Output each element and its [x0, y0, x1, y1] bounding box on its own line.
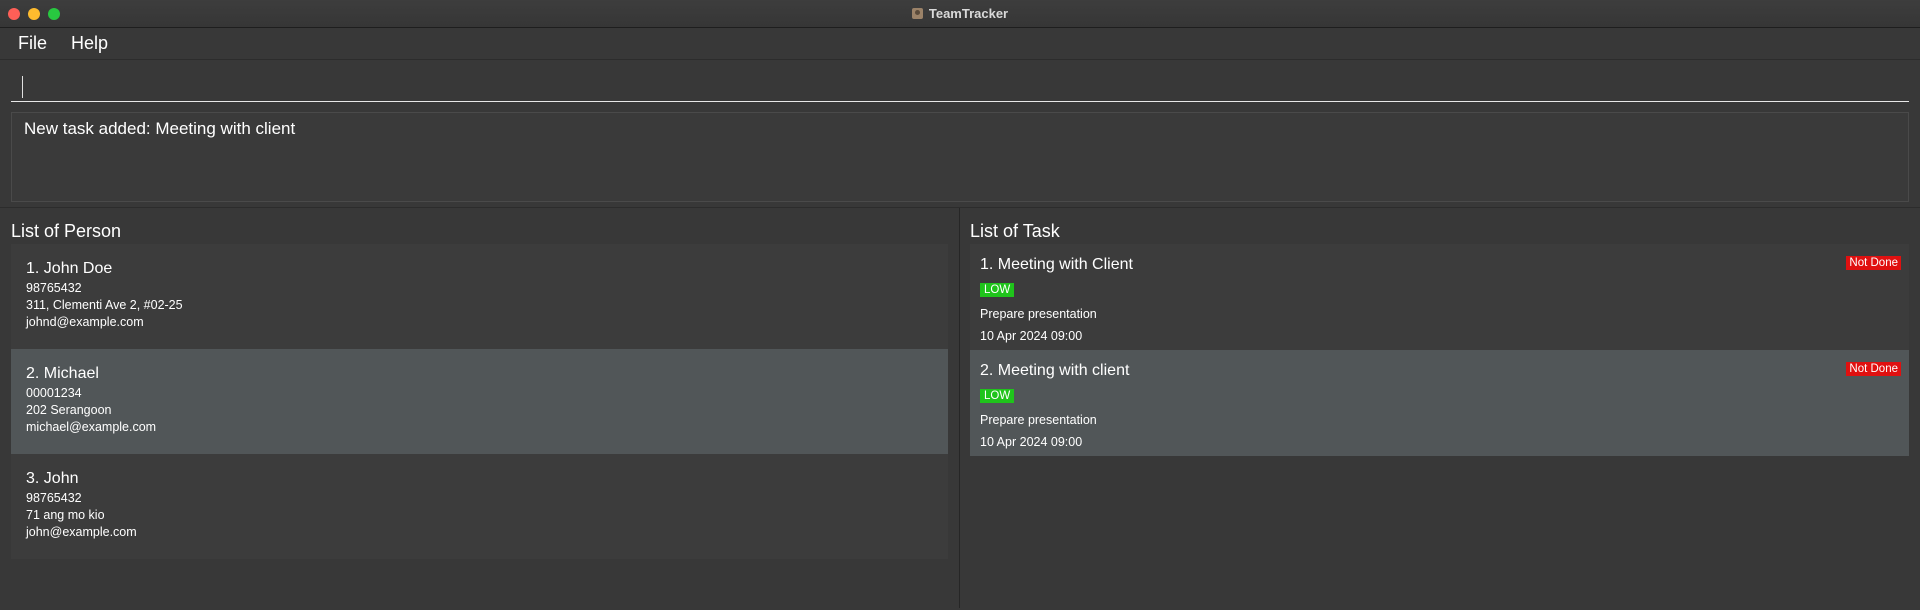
person-name: 3. John	[26, 470, 79, 487]
title-bar: TeamTracker	[0, 0, 1920, 28]
result-area: New task added: Meeting with client	[0, 102, 1920, 208]
person-address: 71 ang mo kio	[26, 508, 105, 522]
task-status-badge: Not Done	[1846, 362, 1901, 376]
close-window-button[interactable]	[8, 8, 20, 20]
task-name: 2. Meeting with client	[980, 362, 1130, 379]
person-list-pane: List of Person 1. John Doe 98765432 311,…	[0, 208, 960, 608]
command-box	[11, 68, 1909, 102]
person-phone: 00001234	[26, 386, 82, 400]
menu-help[interactable]: Help	[71, 33, 108, 54]
task-description: Prepare presentation	[980, 307, 1097, 321]
task-deadline: 10 Apr 2024 09:00	[980, 435, 1083, 449]
menu-file[interactable]: File	[18, 33, 47, 54]
person-email: michael@example.com	[26, 420, 157, 434]
window-controls	[8, 8, 60, 20]
task-card[interactable]: 1. Meeting with Client Not Done LOW Prep…	[970, 244, 1909, 350]
person-card[interactable]: 3. John 98765432 71 ang mo kio john@exam…	[11, 454, 948, 559]
task-status-badge: Not Done	[1846, 256, 1901, 270]
zoom-window-button[interactable]	[48, 8, 60, 20]
person-email: johnd@example.com	[26, 315, 144, 329]
person-card[interactable]: 2. Michael 00001234 202 Serangoon michae…	[11, 349, 948, 454]
app-icon	[911, 8, 923, 19]
person-name: 2. Michael	[26, 365, 99, 382]
window-title: TeamTracker	[911, 6, 1009, 21]
person-address: 202 Serangoon	[26, 403, 112, 417]
task-priority-badge: LOW	[980, 283, 1015, 297]
command-area	[0, 60, 1920, 102]
task-description: Prepare presentation	[980, 413, 1097, 427]
task-list-title: List of Task	[970, 221, 1060, 241]
person-name: 1. John Doe	[26, 260, 113, 277]
menu-bar: File Help	[0, 28, 1920, 60]
task-name: 1. Meeting with Client	[980, 256, 1133, 273]
person-card[interactable]: 1. John Doe 98765432 311, Clementi Ave 2…	[11, 244, 948, 349]
result-display: New task added: Meeting with client	[11, 112, 1909, 202]
task-card[interactable]: 2. Meeting with client Not Done LOW Prep…	[970, 350, 1909, 456]
task-deadline: 10 Apr 2024 09:00	[980, 329, 1083, 343]
person-email: john@example.com	[26, 525, 137, 539]
person-address: 311, Clementi Ave 2, #02-25	[26, 298, 183, 312]
person-phone: 98765432	[26, 491, 82, 505]
window-title-text: TeamTracker	[928, 6, 1009, 21]
command-input[interactable]	[11, 68, 1909, 101]
list-panes: List of Person 1. John Doe 98765432 311,…	[0, 208, 1920, 608]
person-phone: 98765432	[26, 281, 82, 295]
task-list-pane: List of Task 1. Meeting with Client Not …	[960, 208, 1920, 608]
minimize-window-button[interactable]	[28, 8, 40, 20]
person-list-title: List of Person	[11, 221, 122, 241]
task-priority-badge: LOW	[980, 389, 1015, 403]
